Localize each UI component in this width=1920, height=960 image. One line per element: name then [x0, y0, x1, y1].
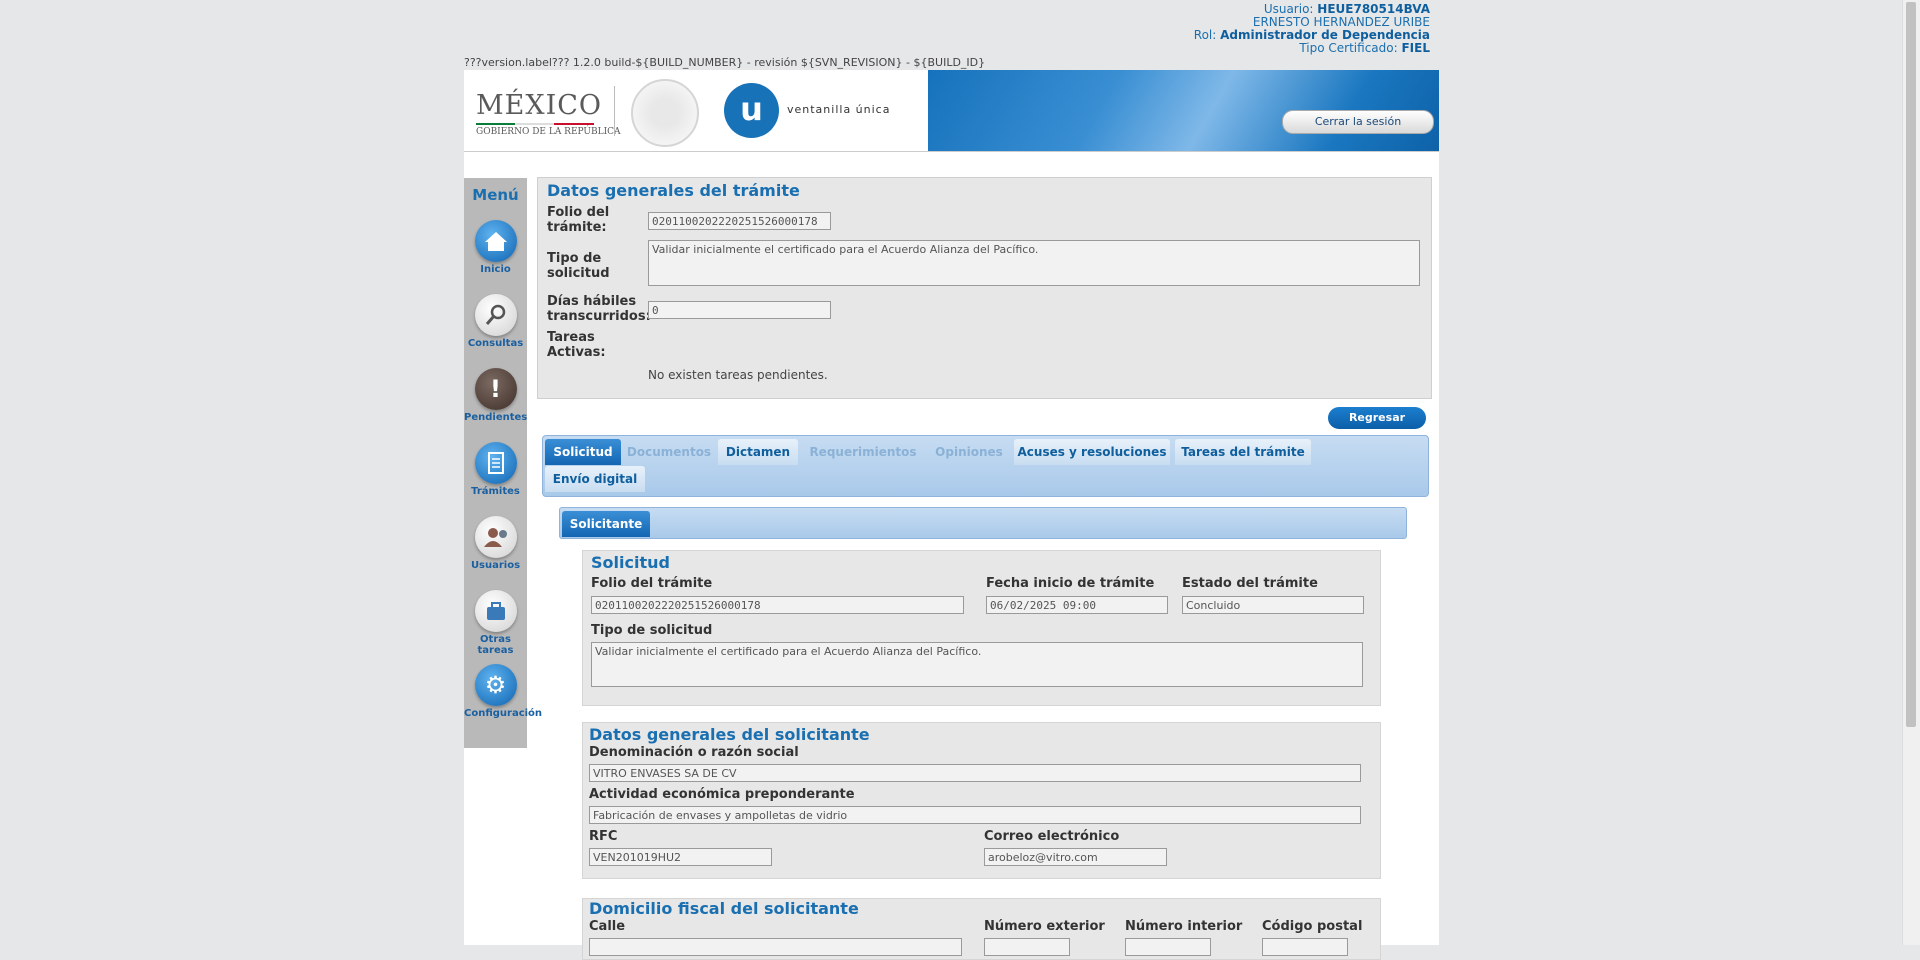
rol-label: Rol:: [1193, 28, 1217, 42]
general-title: Datos generales del trámite: [547, 181, 800, 200]
rfc-label: RFC: [589, 829, 618, 844]
menu-title: Menú: [472, 186, 519, 204]
actividad-field[interactable]: Fabricación de envases y ampolletas de v…: [589, 806, 1361, 824]
folio-field[interactable]: 0201100202220251526000178: [648, 212, 831, 230]
rfc-field[interactable]: VEN201019HU2: [589, 848, 772, 866]
dias-label: Días hábiles transcurridos:: [547, 294, 651, 324]
home-icon: [474, 220, 517, 262]
calle-field[interactable]: [589, 938, 962, 956]
sidebar-item-label: Usuarios: [470, 560, 521, 571]
estado-field[interactable]: Concluido: [1182, 596, 1364, 614]
num-ext-label: Número exterior: [984, 919, 1105, 934]
exclamation-icon: !: [474, 368, 517, 410]
solicitante-panel: Datos generales del solicitante Denomina…: [582, 722, 1381, 879]
mexico-logo: MÉXICO: [476, 90, 603, 121]
general-data-panel: Datos generales del trámite Folio del tr…: [537, 177, 1432, 399]
fecha-label: Fecha inicio de trámite: [986, 576, 1155, 591]
sidebar-menu: Menú Inicio Consultas ! Pendientes Trámi…: [464, 178, 543, 748]
vu-logo-icon: u: [724, 83, 779, 138]
tab-tareas[interactable]: Tareas del trámite: [1175, 439, 1311, 465]
briefcase-icon: [474, 590, 517, 632]
tab-dictamen[interactable]: Dictamen: [718, 439, 798, 465]
tab-requerimientos[interactable]: Requerimientos: [803, 439, 923, 465]
tab-solicitud[interactable]: Solicitud: [545, 439, 621, 465]
sidebar-item-otras-tareas[interactable]: Otras tareas: [464, 590, 527, 656]
scrollbar-thumb[interactable]: [1906, 2, 1916, 727]
num-ext-field[interactable]: [984, 938, 1070, 956]
sidebar-item-inicio[interactable]: Inicio: [464, 220, 527, 275]
subtab-solicitante[interactable]: Solicitante: [562, 511, 650, 537]
estado-label: Estado del trámite: [1182, 576, 1318, 591]
gear-icon: ⚙: [474, 664, 517, 706]
logout-button[interactable]: Cerrar la sesión: [1282, 110, 1434, 134]
regresar-button[interactable]: Regresar: [1328, 407, 1426, 429]
sidebar-item-label: Consultas: [467, 338, 524, 349]
sidebar-item-label: Configuración: [464, 708, 543, 719]
search-icon: [474, 294, 517, 336]
sol-tipo-label: Tipo de solicitud: [591, 623, 713, 638]
denominacion-label: Denominación o razón social: [589, 745, 799, 760]
flag-stripe: [476, 123, 594, 125]
num-int-label: Número interior: [1125, 919, 1243, 934]
subtab-bar: Solicitante: [559, 507, 1407, 539]
sidebar-item-label: Pendientes: [464, 412, 528, 423]
folio-label: Folio del trámite:: [547, 205, 610, 235]
usuario-label: Usuario:: [1263, 2, 1314, 16]
vertical-scrollbar[interactable]: [1902, 0, 1920, 945]
sidebar-item-label: Otras tareas: [477, 634, 514, 656]
tab-envio-digital[interactable]: Envío digital: [545, 466, 645, 492]
version-label: ???version.label??? 1.2.0 build-${BUILD_…: [464, 56, 986, 69]
users-icon: [474, 516, 517, 558]
tipo-field[interactable]: Validar inicialmente el certificado para…: [648, 240, 1420, 286]
vu-logo-text: ventanilla única: [787, 103, 891, 116]
sidebar-item-label: Inicio: [480, 264, 511, 275]
logo-divider: [614, 86, 615, 136]
tab-acuses[interactable]: Acuses y resoluciones: [1014, 439, 1170, 465]
usuario-value: HEUE780514BVA: [1317, 2, 1430, 16]
denominacion-field[interactable]: VITRO ENVASES SA DE CV: [589, 764, 1361, 782]
fecha-field[interactable]: 06/02/2025 09:00: [986, 596, 1168, 614]
rol-value: Administrador de Dependencia: [1220, 28, 1430, 42]
tipo-label: Tipo de solicitud: [547, 251, 610, 281]
sol-folio-field[interactable]: 0201100202220251526000178: [591, 596, 964, 614]
actividad-label: Actividad económica preponderante: [589, 787, 855, 802]
sidebar-item-configuracion[interactable]: ⚙ Configuración: [464, 664, 543, 719]
calle-label: Calle: [589, 919, 626, 934]
solicitud-panel: Solicitud Folio del trámite 020110020222…: [582, 550, 1381, 706]
domicilio-panel: Domicilio fiscal del solicitante Calle N…: [582, 898, 1381, 960]
dias-field[interactable]: 0: [648, 301, 831, 319]
user-info: Usuario: HEUE780514BVA ERNESTO HERNANDEZ…: [1194, 3, 1430, 55]
tab-bar: Solicitud Documentos Dictamen Requerimie…: [542, 435, 1429, 497]
tab-documentos[interactable]: Documentos: [625, 439, 713, 465]
document-icon: [474, 442, 517, 484]
banner-graphic: Cerrar la sesión: [928, 70, 1439, 151]
correo-field[interactable]: arobeloz@vitro.com: [984, 848, 1167, 866]
sidebar-item-usuarios[interactable]: Usuarios: [464, 516, 527, 571]
domicilio-title: Domicilio fiscal del solicitante: [589, 899, 859, 918]
gobierno-text: GOBIERNO DE LA REPÚBLICA: [476, 127, 621, 137]
cert-value: FIEL: [1401, 41, 1430, 55]
sidebar-item-label: Trámites: [471, 486, 520, 497]
tareas-label: Tareas Activas:: [547, 330, 606, 360]
solicitante-title: Datos generales del solicitante: [589, 725, 870, 744]
sidebar-item-consultas[interactable]: Consultas: [464, 294, 527, 349]
sol-folio-label: Folio del trámite: [591, 576, 713, 591]
cp-label: Código postal: [1262, 919, 1363, 934]
national-seal-icon: [631, 79, 699, 147]
tab-opiniones[interactable]: Opiniones: [929, 439, 1009, 465]
cp-field[interactable]: [1262, 938, 1348, 956]
solicitud-title: Solicitud: [591, 553, 670, 572]
banner-logos: MÉXICO GOBIERNO DE LA REPÚBLICA u ventan…: [464, 70, 928, 151]
cert-label: Tipo Certificado:: [1299, 41, 1398, 55]
num-int-field[interactable]: [1125, 938, 1211, 956]
main-content: Datos generales del trámite Folio del tr…: [537, 177, 1432, 960]
sol-tipo-field[interactable]: Validar inicialmente el certificado para…: [591, 642, 1363, 687]
page-container: MÉXICO GOBIERNO DE LA REPÚBLICA u ventan…: [464, 70, 1439, 960]
header-banner: MÉXICO GOBIERNO DE LA REPÚBLICA u ventan…: [464, 70, 1439, 152]
no-pending-text: No existen tareas pendientes.: [648, 368, 828, 382]
sidebar-item-pendientes[interactable]: ! Pendientes: [464, 368, 527, 423]
correo-label: Correo electrónico: [984, 829, 1120, 844]
sidebar-item-tramites[interactable]: Trámites: [464, 442, 527, 497]
